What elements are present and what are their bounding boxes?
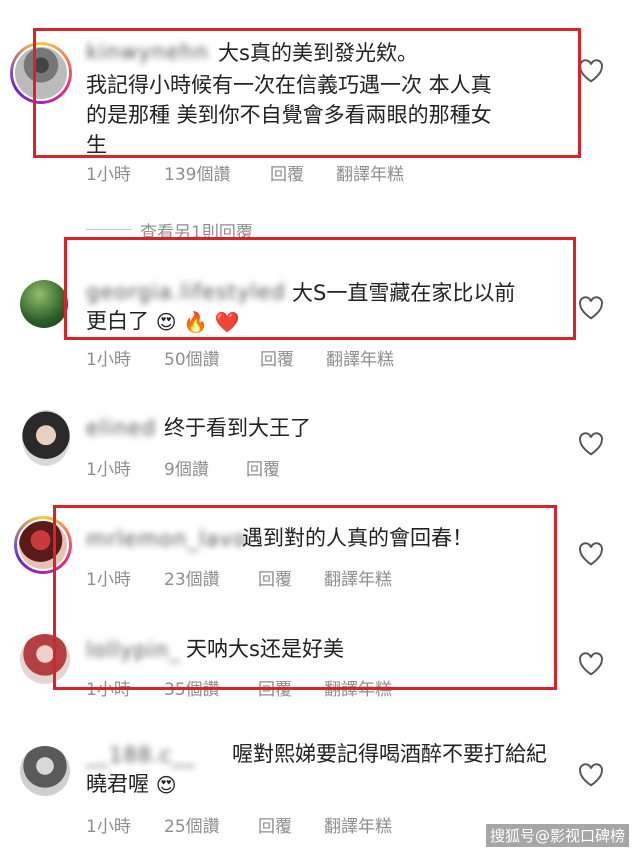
- comment-time: 1小時: [86, 350, 131, 370]
- comment-time: 1小時: [86, 460, 131, 480]
- comment-meta: 1小時 139個讚 回覆 翻譯年糕: [86, 160, 446, 185]
- like-count[interactable]: 50個讚: [164, 345, 220, 370]
- watermark: 搜狐号@影视口碑榜: [486, 824, 630, 847]
- highlight-box: [64, 237, 576, 340]
- comment-text-line: 终于看到大王了: [164, 416, 311, 440]
- comment-username[interactable]: __188.c__: [86, 743, 195, 767]
- heart-icon[interactable]: [578, 59, 604, 83]
- replies-divider: [86, 229, 132, 230]
- comment-time: 1小時: [86, 817, 131, 837]
- translate-button[interactable]: 翻譯年糕: [326, 345, 394, 370]
- reply-button[interactable]: 回覆: [246, 455, 280, 480]
- translate-button[interactable]: 翻譯年糕: [324, 812, 392, 837]
- avatar[interactable]: [20, 746, 70, 796]
- heart-eyes-emoji: 😍: [155, 773, 177, 797]
- comment-meta: 1小時 9個讚 回覆: [86, 455, 446, 480]
- highlight-box: [53, 505, 557, 690]
- reply-button[interactable]: 回覆: [270, 160, 304, 185]
- avatar[interactable]: [22, 410, 70, 466]
- heart-icon[interactable]: [578, 763, 604, 787]
- reply-button[interactable]: 回覆: [260, 345, 294, 370]
- comment-meta: 1小時 50個讚 回覆 翻譯年糕: [86, 345, 446, 370]
- highlight-box: [33, 28, 581, 158]
- translate-button[interactable]: 翻譯年糕: [336, 160, 404, 185]
- avatar[interactable]: [20, 280, 68, 328]
- comment-time: 1小時: [86, 165, 131, 185]
- comment-text-line: 曉君喔 😍: [86, 769, 177, 800]
- like-count[interactable]: 9個讚: [164, 455, 209, 480]
- heart-icon[interactable]: [578, 296, 604, 320]
- like-count[interactable]: 139個讚: [164, 160, 230, 185]
- comment-text-line: 喔對熙娣要記得喝酒醉不要打給紀: [232, 742, 547, 766]
- heart-icon[interactable]: [578, 542, 604, 566]
- heart-icon[interactable]: [578, 652, 604, 676]
- reply-button[interactable]: 回覆: [258, 812, 292, 837]
- heart-icon[interactable]: [578, 432, 604, 456]
- like-count[interactable]: 25個讚: [164, 812, 220, 837]
- comment-meta: 1小時 25個讚 回覆 翻譯年糕: [86, 812, 446, 837]
- comment-username[interactable]: elined: [86, 416, 156, 440]
- comment-text: 曉君喔: [86, 772, 149, 796]
